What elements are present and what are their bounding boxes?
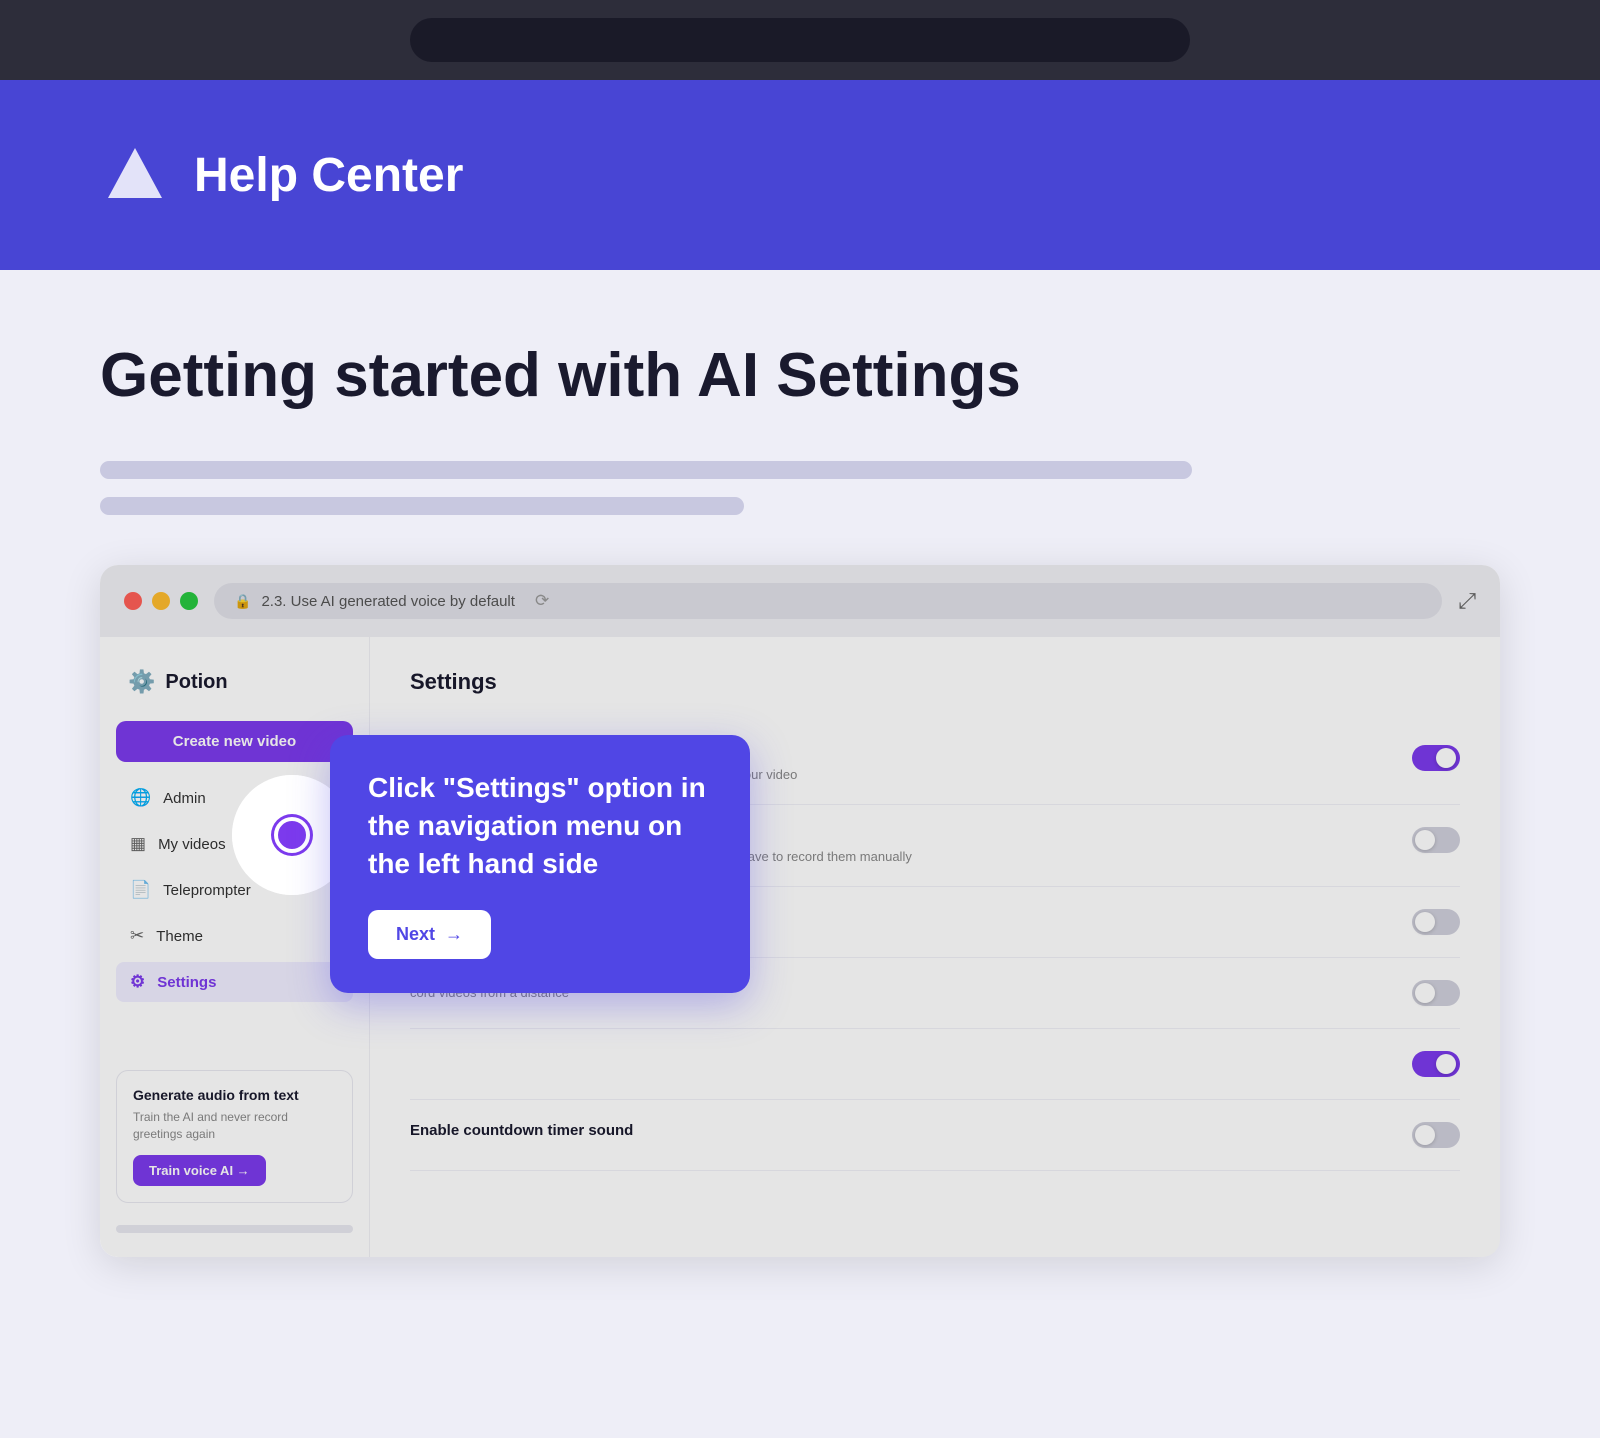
setting-info-countdown: Enable countdown timer sound	[410, 1122, 633, 1144]
sidebar-logo: ⚙️ Potion	[116, 661, 353, 703]
traffic-light-yellow[interactable]	[152, 592, 170, 610]
toggle-track-countdown[interactable]	[1412, 1122, 1460, 1148]
myvideos-icon: ▦	[130, 834, 146, 854]
toggle-track-misc[interactable]	[1412, 1051, 1460, 1077]
app-inner: ⚙️ Potion Create new video 🌐 Admin ▦ My …	[100, 637, 1500, 1257]
toggle-thumb-ai-voice	[1415, 830, 1435, 850]
help-logo-container: Help Center	[100, 140, 463, 210]
sidebar-item-admin-label: Admin	[163, 790, 206, 807]
sidebar-item-myvideos-label: My videos	[158, 836, 226, 853]
train-voice-button[interactable]: Train voice AI →	[133, 1155, 266, 1186]
browser-bar	[0, 0, 1600, 80]
settings-heading: Settings	[410, 669, 1460, 695]
main-content: Getting started with AI Settings 🔒 2.3. …	[0, 270, 1600, 1438]
toggle-track-wpm[interactable]	[1412, 909, 1460, 935]
page-title: Getting started with AI Settings	[100, 340, 1500, 411]
toggle-misc[interactable]	[1412, 1051, 1460, 1077]
spotlight-dot	[274, 817, 310, 853]
arrow-right-icon: →	[445, 924, 463, 945]
toggle-thumb-distance	[1415, 983, 1435, 1003]
skeleton-bar-long	[100, 461, 1192, 479]
sidebar-item-theme[interactable]: ✂ Theme	[116, 916, 353, 956]
toggle-thumb-subtitles	[1436, 748, 1456, 768]
potion-logo-text: Potion	[165, 671, 227, 694]
url-bar: 🔒 2.3. Use AI generated voice by default…	[214, 583, 1442, 619]
toggle-thumb-countdown	[1415, 1125, 1435, 1145]
sidebar-item-theme-label: Theme	[156, 928, 203, 945]
skeleton-bar-medium	[100, 497, 744, 515]
toggle-distance[interactable]	[1412, 980, 1460, 1006]
toggle-subtitles[interactable]	[1412, 745, 1460, 771]
traffic-lights	[124, 592, 198, 610]
browser-window: 🔒 2.3. Use AI generated voice by default…	[100, 565, 1500, 1257]
sidebar-item-teleprompter-label: Teleprompter	[163, 882, 251, 899]
sidebar-item-settings-label: Settings	[157, 974, 216, 991]
toggle-thumb-wpm	[1415, 912, 1435, 932]
toggle-wpm[interactable]	[1412, 909, 1460, 935]
expand-icon[interactable]: ⤢	[1458, 588, 1476, 614]
traffic-light-red[interactable]	[124, 592, 142, 610]
settings-icon: ⚙	[130, 972, 145, 992]
teleprompter-icon: 📄	[130, 880, 151, 900]
create-video-button[interactable]: Create new video	[116, 721, 353, 762]
lock-icon: 🔒	[234, 593, 251, 610]
refresh-icon[interactable]: ⟳	[535, 591, 549, 611]
toggle-thumb-misc	[1436, 1054, 1456, 1074]
browser-chrome: 🔒 2.3. Use AI generated voice by default…	[100, 565, 1500, 637]
sidebar-card-desc: Train the AI and never record greetings …	[133, 1109, 336, 1143]
browser-address-bar	[410, 18, 1190, 62]
toggle-countdown[interactable]	[1412, 1122, 1460, 1148]
setting-item-misc	[410, 1029, 1460, 1100]
toggle-ai-voice[interactable]	[1412, 827, 1460, 853]
admin-icon: 🌐	[130, 788, 151, 808]
sidebar-card: Generate audio from text Train the AI an…	[116, 1070, 353, 1203]
help-logo-icon	[100, 140, 170, 210]
help-center-header: Help Center	[0, 80, 1600, 270]
next-button[interactable]: Next →	[368, 910, 491, 959]
potion-logo-icon: ⚙️	[128, 669, 155, 695]
toggle-track-distance[interactable]	[1412, 980, 1460, 1006]
help-center-title: Help Center	[194, 148, 463, 203]
toggle-track-subtitles[interactable]	[1412, 745, 1460, 771]
setting-item-countdown: Enable countdown timer sound	[410, 1100, 1460, 1171]
sidebar-card-title: Generate audio from text	[133, 1087, 336, 1103]
setting-label-countdown: Enable countdown timer sound	[410, 1122, 633, 1139]
next-label: Next	[396, 924, 435, 945]
traffic-light-green[interactable]	[180, 592, 198, 610]
url-text: 2.3. Use AI generated voice by default	[261, 593, 515, 610]
toggle-track-ai-voice[interactable]	[1412, 827, 1460, 853]
sidebar-item-settings[interactable]: ⚙ Settings	[116, 962, 353, 1002]
tooltip-text: Click "Settings" option in the navigatio…	[368, 769, 712, 882]
sidebar-bottom-card	[116, 1225, 353, 1233]
theme-icon: ✂	[130, 926, 144, 946]
tooltip-bubble: Click "Settings" option in the navigatio…	[330, 735, 750, 993]
